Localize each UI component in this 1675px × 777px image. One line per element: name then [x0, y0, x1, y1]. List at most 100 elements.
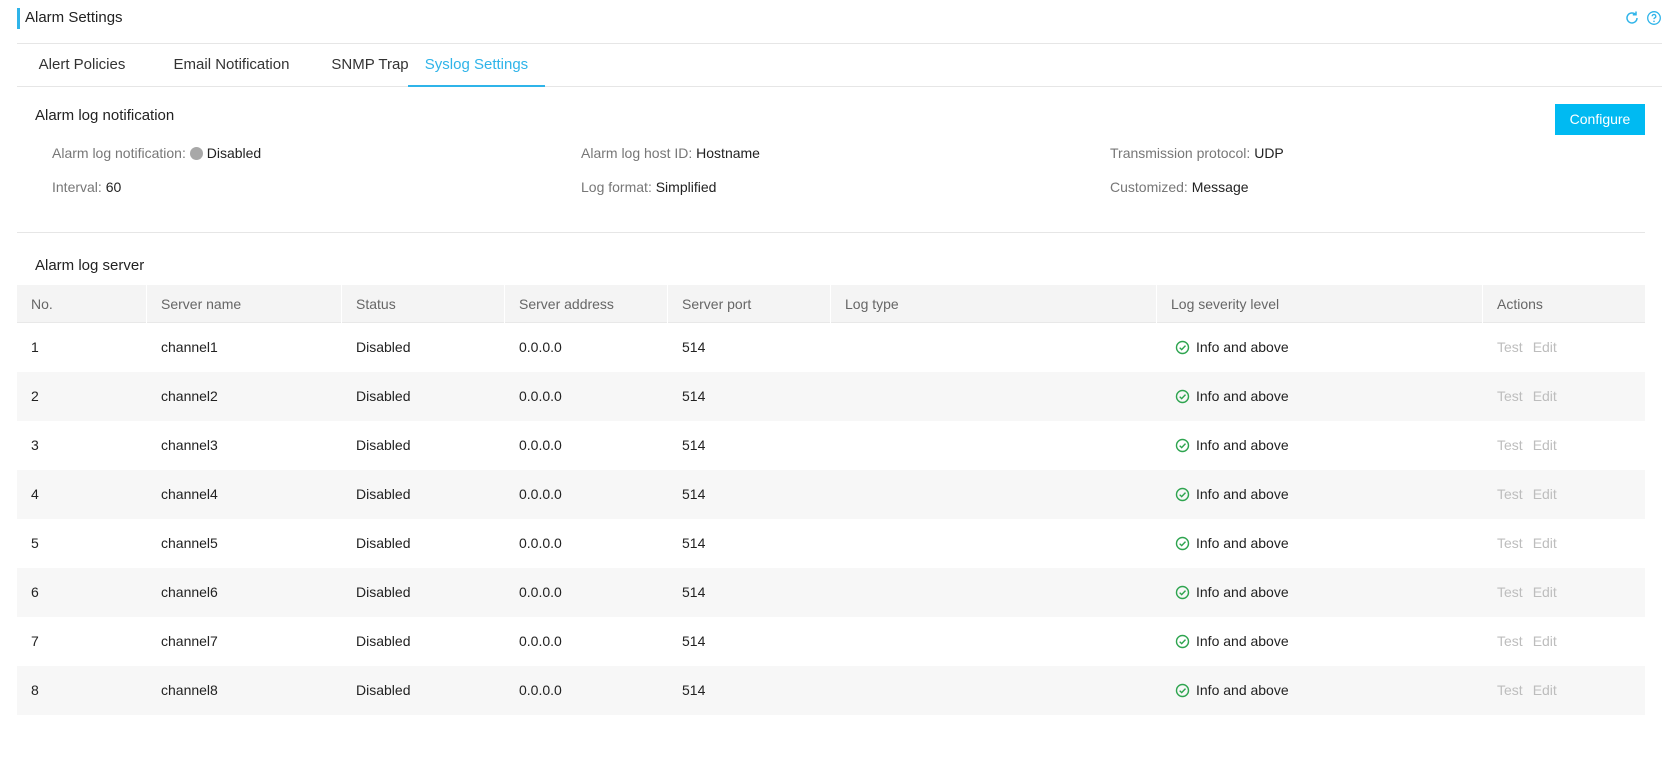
cell-server-address: 0.0.0.0 — [519, 633, 562, 649]
edit-link[interactable]: Edit — [1533, 486, 1557, 502]
edit-link[interactable]: Edit — [1533, 437, 1557, 453]
table-row: 2 channel2 Disabled 0.0.0.0 514 Info and abov… — [17, 372, 1645, 421]
cell-log-type — [831, 372, 1157, 421]
test-link[interactable]: Test — [1497, 388, 1523, 404]
cell-status: Disabled — [356, 437, 411, 453]
cell-server-name: channel8 — [161, 682, 218, 698]
edit-link[interactable]: Edit — [1533, 388, 1557, 404]
cell-server-name: channel6 — [161, 584, 218, 600]
table-row: 5 channel5 Disabled 0.0.0.0 514 Info and abov… — [17, 519, 1645, 568]
column-header-no: No. — [17, 285, 147, 323]
severity-label: Info and above — [1196, 584, 1289, 600]
test-link[interactable]: Test — [1497, 633, 1523, 649]
title-accent-bar — [17, 8, 20, 29]
field-value: Hostname — [696, 145, 760, 161]
cell-server-port: 514 — [682, 633, 706, 649]
cell-server-port: 514 — [682, 584, 706, 600]
test-link[interactable]: Test — [1497, 535, 1523, 551]
configure-button[interactable]: Configure — [1555, 104, 1645, 135]
field-label: Customized — [1110, 179, 1184, 195]
column-header-actions: Actions — [1497, 296, 1543, 312]
cell-status: Disabled — [356, 486, 411, 502]
cell-server-address: 0.0.0.0 — [519, 486, 562, 502]
table-row: 3 channel3 Disabled 0.0.0.0 514 Info and abov… — [17, 421, 1645, 470]
severity-label: Info and above — [1196, 682, 1289, 698]
cell-server-port: 514 — [682, 437, 706, 453]
cell-server-name: channel4 — [161, 486, 218, 502]
cell-server-port: 514 — [682, 682, 706, 698]
cell-severity: Info and above — [1157, 421, 1483, 470]
field-customized: Customized: Message — [1110, 179, 1249, 195]
cell-no: 4 — [31, 486, 39, 502]
tab-alert-policies[interactable]: Alert Policies — [17, 44, 147, 87]
column-header-status: Status — [342, 285, 505, 323]
cell-no: 3 — [31, 437, 39, 453]
cell-severity: Info and above — [1157, 666, 1483, 715]
cell-severity: Info and above — [1157, 470, 1483, 519]
test-link[interactable]: Test — [1497, 437, 1523, 453]
cell-server-name: channel1 — [161, 339, 218, 355]
refresh-icon[interactable] — [1624, 10, 1640, 26]
test-link[interactable]: Test — [1497, 339, 1523, 355]
column-header-server-name: Server name — [147, 285, 342, 323]
severity-label: Info and above — [1196, 339, 1289, 355]
cell-actions: Test Edit — [1483, 421, 1645, 470]
cell-log-type — [831, 323, 1157, 372]
server-section-title: Alarm log server — [35, 257, 145, 274]
cell-server-port: 514 — [682, 486, 706, 502]
check-circle-icon — [1175, 536, 1190, 551]
edit-link[interactable]: Edit — [1533, 339, 1557, 355]
test-link[interactable]: Test — [1497, 486, 1523, 502]
cell-severity: Info and above — [1157, 568, 1483, 617]
column-header-server-address: Server address — [505, 285, 668, 323]
table-row: 7 channel7 Disabled 0.0.0.0 514 Info and abov… — [17, 617, 1645, 666]
field-label: Alarm log host ID — [581, 145, 689, 161]
cell-no: 1 — [31, 339, 39, 355]
cell-server-address: 0.0.0.0 — [519, 339, 562, 355]
edit-link[interactable]: Edit — [1533, 633, 1557, 649]
severity-label: Info and above — [1196, 486, 1289, 502]
tab-email-notification[interactable]: Email Notification — [155, 44, 308, 87]
severity-label: Info and above — [1196, 535, 1289, 551]
tab-bar: Alert Policies Email Notification SNMP T… — [17, 44, 1662, 87]
check-circle-icon — [1175, 389, 1190, 404]
check-circle-icon — [1175, 487, 1190, 502]
cell-severity: Info and above — [1157, 519, 1483, 568]
cell-server-name: channel5 — [161, 535, 218, 551]
cell-log-type — [831, 470, 1157, 519]
cell-server-address: 0.0.0.0 — [519, 437, 562, 453]
cell-log-type — [831, 617, 1157, 666]
table-body: 1 channel1 Disabled 0.0.0.0 514 Info and abov… — [17, 323, 1645, 715]
table-row: 1 channel1 Disabled 0.0.0.0 514 Info and abov… — [17, 323, 1645, 372]
test-link[interactable]: Test — [1497, 682, 1523, 698]
section-divider — [17, 232, 1645, 233]
cell-actions: Test Edit — [1483, 617, 1645, 666]
field-value: UDP — [1254, 145, 1284, 161]
cell-severity: Info and above — [1157, 323, 1483, 372]
edit-link[interactable]: Edit — [1533, 584, 1557, 600]
tab-syslog-settings[interactable]: Syslog Settings — [408, 44, 545, 87]
edit-link[interactable]: Edit — [1533, 535, 1557, 551]
check-circle-icon — [1175, 585, 1190, 600]
page-title: Alarm Settings — [25, 9, 123, 26]
cell-status: Disabled — [356, 682, 411, 698]
field-label: Alarm log notification — [52, 145, 182, 161]
cell-server-name: channel7 — [161, 633, 218, 649]
column-header-severity: Log severity level — [1157, 285, 1483, 323]
severity-label: Info and above — [1196, 388, 1289, 404]
column-header-server-port: Server port — [668, 285, 831, 323]
test-link[interactable]: Test — [1497, 584, 1523, 600]
cell-actions: Test Edit — [1483, 568, 1645, 617]
cell-actions: Test Edit — [1483, 323, 1645, 372]
severity-label: Info and above — [1196, 437, 1289, 453]
field-notification-status: Alarm log notification: Disabled — [52, 145, 262, 161]
page-header: Alarm Settings — [17, 6, 1662, 44]
field-value: Disabled — [206, 145, 262, 161]
cell-status: Disabled — [356, 584, 411, 600]
cell-log-type — [831, 568, 1157, 617]
cell-actions: Test Edit — [1483, 470, 1645, 519]
edit-link[interactable]: Edit — [1533, 682, 1557, 698]
check-circle-icon — [1175, 438, 1190, 453]
help-icon[interactable] — [1646, 10, 1662, 26]
table-row: 4 channel4 Disabled 0.0.0.0 514 Info and abov… — [17, 470, 1645, 519]
